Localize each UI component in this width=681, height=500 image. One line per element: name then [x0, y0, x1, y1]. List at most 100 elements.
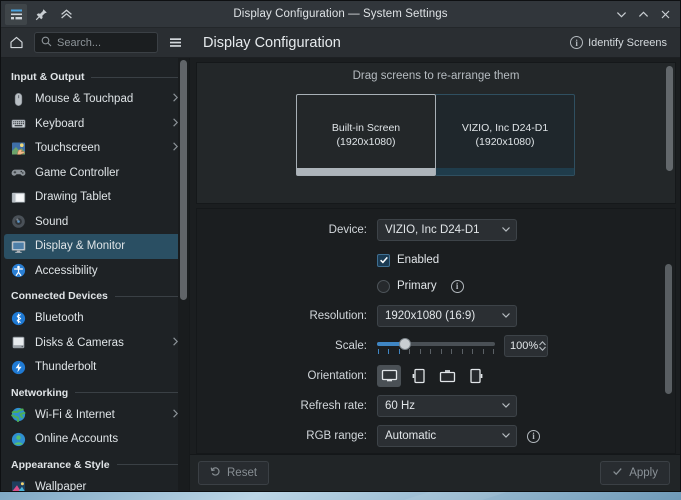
titlebar-window-controls: [610, 4, 680, 25]
sidebar-item-game-controller[interactable]: Game Controller: [4, 161, 186, 186]
sidebar-item-label: Game Controller: [35, 166, 120, 179]
info-icon: i: [570, 36, 584, 49]
sidebar-item-label: Wi-Fi & Internet: [35, 408, 115, 421]
minimize-icon[interactable]: [610, 4, 632, 25]
sidebar-item-touchscreen[interactable]: Touchscreen: [4, 136, 186, 161]
keep-above-icon[interactable]: [55, 4, 77, 25]
settings-sidebar: Input & Output Mouse & Touchpad Keyboard To…: [1, 58, 190, 491]
titlebar-left-buttons: [1, 3, 77, 25]
display-settings-form: Device: VIZIO, Inc D24-D1 Enabled Primar…: [196, 208, 676, 454]
chevron-down-icon: [501, 400, 511, 413]
screen-box-builtin[interactable]: Built-in Screen (1920x1080): [296, 94, 436, 176]
sidebar-item-label: Wallpaper: [35, 480, 87, 491]
sidebar-item-drawing-tablet[interactable]: Drawing Tablet: [4, 185, 186, 210]
screen-box-vizio[interactable]: VIZIO, Inc D24-D1 (1920x1080): [435, 94, 575, 176]
reset-button[interactable]: Reset: [198, 461, 270, 485]
resolution-select[interactable]: 1920x1080 (16:9): [377, 305, 517, 327]
primary-label: Primary: [397, 280, 437, 292]
sidebar-item-wallpaper[interactable]: Wallpaper: [4, 475, 186, 491]
sidebar-item-sound[interactable]: Sound: [4, 210, 186, 235]
screen-arrangement-area[interactable]: Drag screens to re-arrange them Built-in…: [196, 62, 676, 204]
enabled-row: Enabled: [197, 249, 649, 271]
identify-screens-button[interactable]: i Identify Screens: [566, 33, 671, 52]
maximize-icon[interactable]: [632, 4, 654, 25]
divider: [91, 76, 179, 78]
window-body: Input & Output Mouse & Touchpad Keyboard To…: [1, 58, 680, 491]
app-toolbar: Search... Display Configuration i Identi…: [1, 28, 680, 58]
portrait-icon[interactable]: [406, 365, 430, 387]
sidebar-item-bluetooth[interactable]: Bluetooth: [4, 306, 186, 331]
info-icon[interactable]: i: [450, 279, 464, 293]
portrait-flipped-icon[interactable]: [464, 365, 488, 387]
divider: [116, 464, 179, 465]
refresh-rate-select[interactable]: 60 Hz: [377, 395, 517, 417]
chevron-down-icon: [501, 224, 511, 237]
display-config-content: Drag screens to re-arrange them Built-in…: [190, 58, 680, 491]
search-placeholder: Search...: [57, 36, 102, 49]
slider-handle[interactable]: [399, 338, 411, 350]
scale-spinbox[interactable]: 100%: [504, 335, 548, 357]
apply-button[interactable]: Apply: [600, 461, 670, 485]
rgb-range-label: RGB range:: [306, 430, 367, 442]
check-icon: [612, 466, 623, 480]
scale-slider[interactable]: [377, 336, 495, 356]
wallpaper-icon: [11, 479, 26, 491]
close-icon[interactable]: [654, 4, 676, 25]
toolbar-left: Search...: [1, 28, 190, 57]
sidebar-item-online-accounts[interactable]: Online Accounts: [4, 427, 186, 452]
speaker-icon: [11, 214, 26, 229]
sidebar-group-title: Appearance & Style: [11, 458, 110, 471]
sidebar-group-header: Appearance & Style: [1, 452, 189, 475]
screen-name: Built-in Screen: [331, 121, 401, 134]
undo-icon: [210, 466, 221, 480]
home-icon[interactable]: [4, 31, 28, 55]
sidebar-scrollbar-thumb[interactable]: [180, 60, 187, 300]
search-input[interactable]: Search...: [34, 32, 158, 53]
accessibility-icon: [11, 263, 26, 278]
apply-label: Apply: [629, 467, 658, 479]
device-row: Device: VIZIO, Inc D24-D1: [197, 219, 649, 241]
arrangement-scrollbar-thumb[interactable]: [666, 66, 673, 171]
pin-icon[interactable]: [30, 4, 52, 25]
spinner-arrows-icon[interactable]: [538, 340, 547, 352]
sidebar-item-mouse-touchpad[interactable]: Mouse & Touchpad: [4, 87, 186, 112]
sidebar-group-title: Input & Output: [11, 71, 85, 83]
info-icon[interactable]: i: [527, 429, 540, 443]
landscape-icon[interactable]: [377, 365, 401, 387]
rgb-range-select[interactable]: Automatic: [377, 425, 517, 447]
device-value: VIZIO, Inc D24-D1: [385, 224, 480, 236]
divider: [75, 392, 179, 393]
hamburger-icon[interactable]: [164, 32, 186, 54]
sidebar-item-thunderbolt[interactable]: Thunderbolt: [4, 355, 186, 380]
sidebar-item-wi-fi-internet[interactable]: Wi-Fi & Internet: [4, 403, 186, 428]
sidebar-group-header: Networking: [1, 380, 189, 403]
accounts-icon: [11, 432, 26, 447]
sidebar-group-header: Connected Devices: [1, 283, 189, 306]
sidebar-scrollbar-track[interactable]: [178, 58, 189, 491]
rgb-range-row: RGB range: Automatic i: [197, 425, 649, 447]
sidebar-item-display-monitor[interactable]: Display & Monitor: [4, 234, 186, 259]
thunderbolt-icon: [11, 360, 26, 375]
refresh-rate-label: Refresh rate:: [300, 400, 367, 412]
sidebar-item-label: Drawing Tablet: [35, 191, 111, 204]
disk-icon: [11, 335, 26, 350]
orientation-label: Orientation:: [307, 370, 367, 382]
window-title: Display Configuration — System Settings: [233, 8, 448, 20]
refresh-rate-value: 60 Hz: [385, 400, 416, 412]
primary-radio[interactable]: Primary i: [377, 279, 464, 293]
device-select[interactable]: VIZIO, Inc D24-D1: [377, 219, 517, 241]
page-title: Display Configuration: [203, 34, 341, 51]
resolution-label: Resolution:: [309, 310, 367, 322]
settings-scrollbar-thumb[interactable]: [665, 264, 672, 394]
screen-name: VIZIO, Inc D24-D1: [461, 121, 549, 134]
reset-label: Reset: [227, 467, 258, 479]
sidebar-item-accessibility[interactable]: Accessibility: [4, 259, 186, 284]
chevron-down-icon: [501, 430, 511, 443]
landscape-flipped-icon[interactable]: [435, 365, 459, 387]
sidebar-item-keyboard[interactable]: Keyboard: [4, 112, 186, 137]
tablet-icon: [11, 190, 26, 205]
enabled-checkbox[interactable]: Enabled: [377, 253, 439, 267]
app-menu-icon[interactable]: [5, 3, 27, 25]
sidebar-item-disks-cameras[interactable]: Disks & Cameras: [4, 331, 186, 356]
scale-label: Scale:: [335, 340, 367, 352]
